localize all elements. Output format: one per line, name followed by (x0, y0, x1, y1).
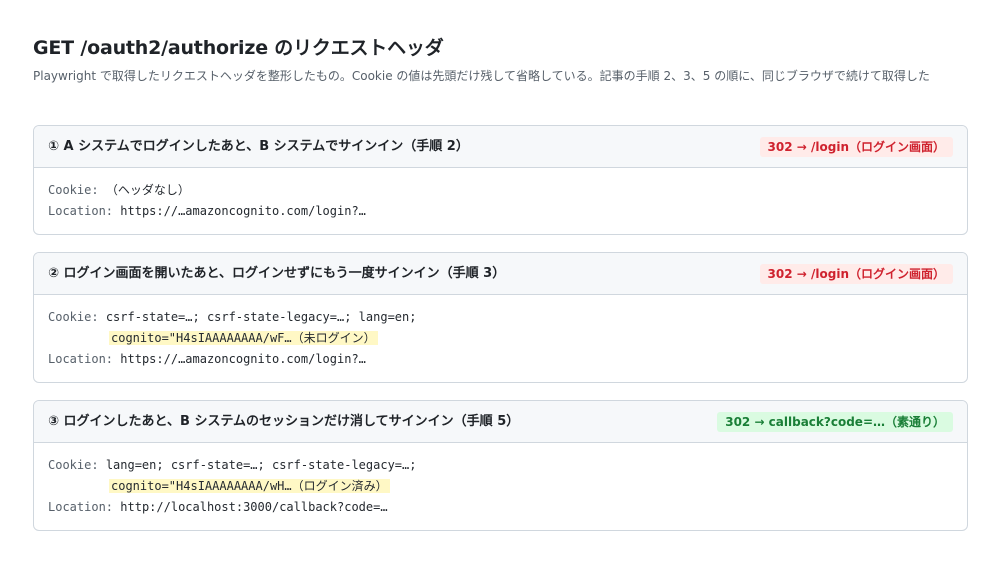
cookie-line: Cookie: （ヘッダなし） (48, 180, 953, 201)
card-header: ② ログイン画面を開いたあと、ログインせずにもう一度サインイン（手順 3） 30… (34, 253, 967, 295)
page-title: GET /oauth2/authorize のリクエストヘッダ (33, 37, 444, 59)
cookie-value: lang=en; csrf-state=…; csrf-state-legacy… (105, 458, 417, 472)
header-listing: Cookie: lang=en; csrf-state=…; csrf-stat… (34, 443, 967, 518)
location-value: https://…amazoncognito.com/login?… (120, 352, 366, 366)
cookie-key: Cookie: (48, 310, 99, 324)
cookie-key: Cookie: (48, 183, 99, 197)
cookie-value: csrf-state=…; csrf-state-legacy=…; lang=… (105, 310, 417, 324)
card-title: ③ ログインしたあと、B システムのセッションだけ消してサインイン（手順 5） (48, 413, 520, 429)
request-card-1: ① A システムでログインしたあと、B システムでサインイン（手順 2） 302… (33, 125, 968, 235)
cookie-value: （ヘッダなし） (105, 183, 190, 197)
cookie-key: Cookie: (48, 458, 99, 472)
page-description: Playwright で取得したリクエストヘッダを整形したもの。Cookie の… (33, 69, 930, 83)
cookie-continuation-line: cognito="H4sIAAAAAAAA/wH…（ログイン済み） (48, 476, 953, 497)
location-line: Location: http://localhost:3000/callback… (48, 497, 953, 518)
location-line: Location: https://…amazoncognito.com/log… (48, 201, 953, 222)
request-card-2: ② ログイン画面を開いたあと、ログインせずにもう一度サインイン（手順 3） 30… (33, 252, 968, 383)
cognito-cookie-highlight: cognito="H4sIAAAAAAAA/wH…（ログイン済み） (109, 479, 390, 493)
cognito-cookie-highlight: cognito="H4sIAAAAAAAA/wF…（未ログイン） (109, 331, 378, 345)
location-key: Location: (48, 500, 114, 514)
status-badge: 302 → callback?code=…（素通り） (717, 411, 953, 432)
header-listing: Cookie: （ヘッダなし） Location: https://…amazo… (34, 168, 967, 222)
location-value: https://…amazoncognito.com/login?… (120, 204, 366, 218)
status-badge: 302 → /login（ログイン画面） (759, 263, 953, 284)
cookie-continuation-line: cognito="H4sIAAAAAAAA/wF…（未ログイン） (48, 328, 953, 349)
location-value: http://localhost:3000/callback?code=… (120, 500, 388, 514)
status-badge: 302 → /login（ログイン画面） (759, 136, 953, 157)
cookie-line: Cookie: lang=en; csrf-state=…; csrf-stat… (48, 455, 953, 476)
card-title: ① A システムでログインしたあと、B システムでサインイン（手順 2） (48, 138, 469, 154)
cookie-line: Cookie: csrf-state=…; csrf-state-legacy=… (48, 307, 953, 328)
card-header: ① A システムでログインしたあと、B システムでサインイン（手順 2） 302… (34, 126, 967, 168)
card-header: ③ ログインしたあと、B システムのセッションだけ消してサインイン（手順 5） … (34, 401, 967, 443)
location-line: Location: https://…amazoncognito.com/log… (48, 349, 953, 370)
location-key: Location: (48, 204, 114, 218)
header-listing: Cookie: csrf-state=…; csrf-state-legacy=… (34, 295, 967, 370)
location-key: Location: (48, 352, 114, 366)
request-card-3: ③ ログインしたあと、B システムのセッションだけ消してサインイン（手順 5） … (33, 400, 968, 531)
page-content: GET /oauth2/authorize のリクエストヘッダ Playwrig… (33, 36, 968, 86)
card-title: ② ログイン画面を開いたあと、ログインせずにもう一度サインイン（手順 3） (48, 265, 506, 281)
